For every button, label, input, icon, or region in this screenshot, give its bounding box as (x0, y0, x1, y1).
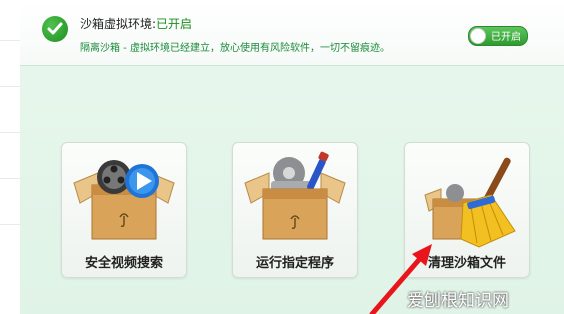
sandbox-panel: 沙箱虚拟环境:已开启 隔离沙箱 - 虚拟环境已经建立，放心使用有风险软件，一切不… (20, 0, 564, 314)
red-arrow-annotation (369, 244, 432, 314)
left-sidebar-strip (0, 0, 21, 314)
watermark-text: 爱刨根知识网 (407, 291, 509, 311)
